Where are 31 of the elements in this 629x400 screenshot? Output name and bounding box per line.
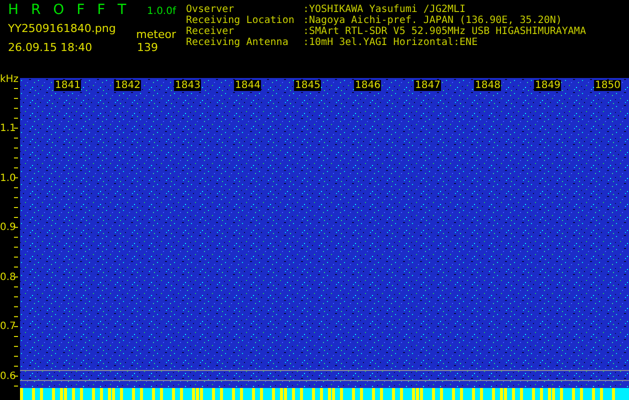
time-label: 1850 (594, 80, 622, 91)
info-value: :Nagoya Aichi-pref. JAPAN (136.90E, 35.20N) (303, 15, 562, 26)
time-label: 1846 (354, 80, 382, 91)
info-label: Ovserver (186, 4, 236, 15)
info-value: :10mH 3el.YAGI Horizontal:ENE (303, 37, 478, 48)
y-axis-label: 1.0 (0, 172, 16, 185)
info-label: Receiving Antenna (186, 37, 290, 48)
time-label: 1841 (54, 80, 82, 91)
info-value: :SMArt RTL-SDR V5 52.905MHz USB HIGASHIMURAYAMA (303, 26, 586, 37)
time-label: 1844 (234, 80, 262, 91)
y-axis-label: 0.9 (0, 222, 16, 234)
count-label: 139 (137, 41, 158, 54)
y-axis-label: 1.1 (0, 123, 16, 135)
y-axis-label: 0.8 (0, 272, 16, 284)
file-name: YY2509161840.png (8, 22, 116, 35)
time-label: 1842 (114, 80, 142, 91)
time-label: 1845 (294, 80, 322, 91)
app-title: H R O F F T (8, 2, 126, 18)
info-label: Receiver (186, 26, 236, 37)
axis-unit: kHz (0, 74, 19, 85)
time-label: 1848 (474, 80, 502, 91)
info-label: Receiving Location (186, 15, 296, 26)
y-axis-label: 0.7 (0, 321, 16, 334)
date-time: 26.09.15 18:40 (8, 41, 92, 54)
version-label: 1.0.0f (147, 6, 176, 17)
mode-label: meteor (136, 28, 176, 41)
time-label: 1847 (414, 80, 442, 91)
time-label: 1849 (534, 80, 562, 91)
info-value: :YOSHIKAWA Yasufumi /JG2MLI (303, 4, 466, 15)
y-axis-label: 0.6 (0, 371, 16, 383)
time-label: 1843 (174, 80, 202, 91)
